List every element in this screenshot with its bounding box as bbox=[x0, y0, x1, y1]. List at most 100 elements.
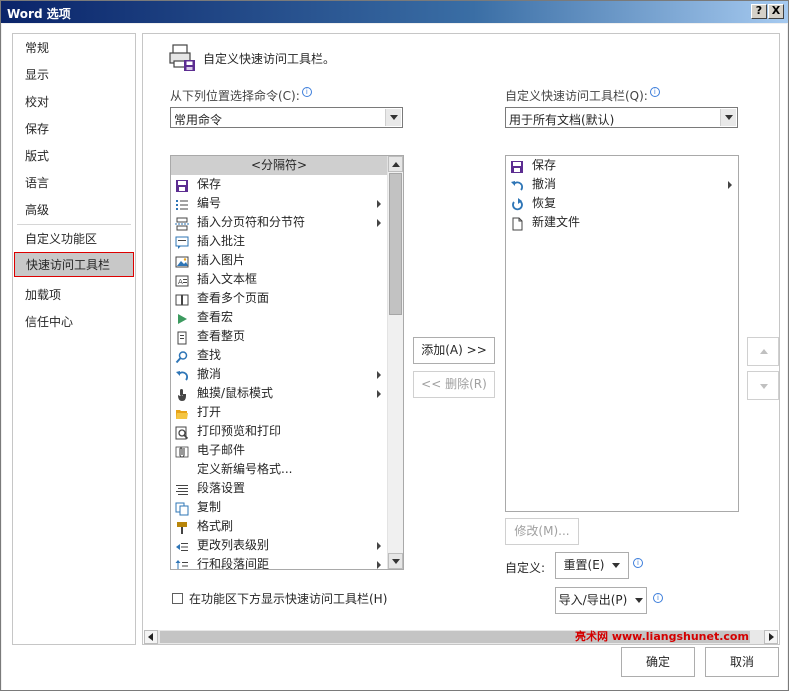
reset-button[interactable]: 重置(E) bbox=[555, 552, 629, 579]
move-up-button[interactable] bbox=[747, 337, 779, 366]
list-item-label: 查看整页 bbox=[197, 329, 246, 343]
chevron-down-icon[interactable] bbox=[720, 109, 736, 126]
nav-item[interactable]: 保存 bbox=[14, 117, 134, 142]
close-button[interactable]: X bbox=[768, 4, 784, 19]
list-item[interactable]: 电子邮件 bbox=[171, 441, 387, 460]
submenu-arrow-icon bbox=[377, 390, 381, 398]
list-item-label: 插入分页符和分节符 bbox=[197, 215, 306, 229]
list-item[interactable]: 查找 bbox=[171, 346, 387, 365]
submenu-arrow-icon bbox=[377, 561, 381, 569]
nav-item[interactable]: 高级 bbox=[14, 198, 134, 223]
list-item-label: 查看宏 bbox=[197, 310, 234, 324]
list-item-label: 段落设置 bbox=[197, 481, 246, 495]
list-item[interactable]: 段落设置 bbox=[171, 479, 387, 498]
svg-text:A: A bbox=[178, 278, 183, 286]
nav-item[interactable]: 自定义功能区 bbox=[14, 227, 134, 252]
nav-item[interactable]: 快速访问工具栏 bbox=[14, 252, 134, 277]
list-item[interactable]: 查看多个页面 bbox=[171, 289, 387, 308]
chevron-down-icon bbox=[635, 598, 644, 603]
help-button[interactable]: ? bbox=[751, 4, 767, 19]
nav-item[interactable]: 加载项 bbox=[14, 283, 134, 308]
nav-item[interactable]: 版式 bbox=[14, 144, 134, 169]
touch-icon bbox=[173, 386, 187, 401]
scroll-down-icon[interactable] bbox=[388, 553, 403, 569]
cancel-button[interactable]: 取消 bbox=[705, 647, 779, 677]
list-item[interactable]: 更改列表级别 bbox=[171, 536, 387, 555]
line-spacing-icon bbox=[173, 557, 188, 569]
dialog-body: 常规 显示 校对 保存 版式 语言 高级 自定义功能区 快速访问工具栏 加载项 信任中心 自定义快速… bbox=[2, 24, 787, 690]
toolbar-commands-list[interactable]: 保存 撤消恢复新建文件 bbox=[505, 155, 739, 512]
save-icon bbox=[173, 177, 188, 192]
scroll-thumb[interactable] bbox=[389, 173, 402, 315]
options-dialog: Word 选项 ? X 常规 显示 校对 保存 版式 语言 高级 自定义功能区 快速访问工具栏加… bbox=[0, 0, 789, 691]
show-below-ribbon-checkbox[interactable] bbox=[172, 593, 183, 604]
chevron-down-icon[interactable] bbox=[385, 109, 401, 126]
list-item[interactable]: 编号 bbox=[171, 194, 387, 213]
list-item[interactable]: 插入图片 bbox=[171, 251, 387, 270]
list-item[interactable]: 定义新编号格式... bbox=[171, 460, 387, 479]
scroll-right-icon[interactable] bbox=[764, 630, 778, 644]
submenu-arrow-icon bbox=[377, 219, 381, 227]
choose-commands-combo[interactable]: 常用命令 bbox=[170, 107, 403, 128]
window-title: Word 选项 bbox=[7, 7, 71, 21]
list-item[interactable]: 保存 bbox=[171, 175, 387, 194]
move-down-button[interactable] bbox=[747, 371, 779, 400]
list-item-label: 新建文件 bbox=[532, 215, 581, 229]
list-item[interactable]: 保存 bbox=[506, 156, 738, 175]
list-item[interactable]: 恢复 bbox=[506, 194, 738, 213]
scroll-up-icon[interactable] bbox=[388, 156, 403, 172]
list-item[interactable]: 格式刷 bbox=[171, 517, 387, 536]
copy-icon bbox=[173, 500, 189, 516]
page-heading: 自定义快速访问工具栏。 bbox=[203, 52, 336, 66]
list-item-label: 插入图片 bbox=[197, 253, 246, 267]
list-item[interactable]: <分隔符> bbox=[171, 156, 387, 175]
list-item[interactable]: 行和段落间距 bbox=[171, 555, 387, 569]
save-icon bbox=[508, 158, 523, 173]
list-item[interactable]: 撤消 bbox=[171, 365, 387, 384]
customize-scope-value: 用于所有文档(默认) bbox=[509, 113, 615, 127]
list-item[interactable]: 查看整页 bbox=[171, 327, 387, 346]
scroll-left-icon[interactable] bbox=[144, 630, 158, 644]
import-export-label: 导入/导出(P) bbox=[558, 593, 628, 607]
submenu-arrow-icon bbox=[377, 371, 381, 379]
page-break-icon bbox=[173, 215, 189, 231]
list-item[interactable]: 撤消 bbox=[506, 175, 738, 194]
list-item[interactable]: 打开 bbox=[171, 403, 387, 422]
import-export-button[interactable]: 导入/导出(P) bbox=[555, 587, 647, 614]
available-commands-list[interactable]: <分隔符> 保存 编号插入分页符和分节符插入批注插入图片 A 插入文本框 查看多个页面查看… bbox=[170, 155, 404, 570]
modify-button[interactable]: 修改(M)... bbox=[505, 518, 579, 545]
nav-item[interactable]: 语言 bbox=[14, 171, 134, 196]
add-button[interactable]: 添加(A) >> bbox=[413, 337, 495, 364]
customize-label: 自定义: bbox=[505, 561, 546, 575]
title-bar: Word 选项 ? X bbox=[1, 1, 788, 23]
list-item[interactable]: 查看宏 bbox=[171, 308, 387, 327]
macro-icon bbox=[173, 310, 187, 324]
nav-item[interactable]: 信任中心 bbox=[14, 310, 134, 335]
list-item[interactable]: 复制 bbox=[171, 498, 387, 517]
find-icon bbox=[173, 348, 188, 364]
list-item[interactable]: 插入分页符和分节符 bbox=[171, 213, 387, 232]
list-item[interactable]: 新建文件 bbox=[506, 213, 738, 232]
remove-button[interactable]: << 删除(R) bbox=[413, 371, 495, 398]
numbering-icon bbox=[173, 196, 188, 210]
choose-commands-label: 从下列位置选择命令(C): i bbox=[170, 87, 312, 104]
vertical-scrollbar[interactable] bbox=[387, 156, 403, 569]
ok-button[interactable]: 确定 bbox=[621, 647, 695, 677]
list-item-label: 恢复 bbox=[532, 196, 557, 210]
list-item-label: 复制 bbox=[197, 500, 222, 514]
list-item[interactable]: 打印预览和打印 bbox=[171, 422, 387, 441]
list-item[interactable]: 触摸/鼠标模式 bbox=[171, 384, 387, 403]
list-item[interactable]: A 插入文本框 bbox=[171, 270, 387, 289]
print-preview-icon bbox=[173, 424, 189, 440]
list-item-label: 更改列表级别 bbox=[197, 538, 270, 552]
list-item[interactable]: 插入批注 bbox=[171, 232, 387, 251]
nav-item[interactable]: 校对 bbox=[14, 90, 134, 115]
submenu-arrow-icon bbox=[377, 200, 381, 208]
nav-item[interactable]: 显示 bbox=[14, 63, 134, 88]
nav-item[interactable]: 常规 bbox=[14, 36, 134, 61]
info-icon: i bbox=[633, 558, 643, 568]
customize-scope-combo[interactable]: 用于所有文档(默认) bbox=[505, 107, 738, 128]
info-icon: i bbox=[649, 87, 660, 97]
submenu-arrow-icon bbox=[728, 181, 732, 189]
show-below-ribbon-label: 在功能区下方显示快速访问工具栏(H) bbox=[189, 592, 388, 606]
